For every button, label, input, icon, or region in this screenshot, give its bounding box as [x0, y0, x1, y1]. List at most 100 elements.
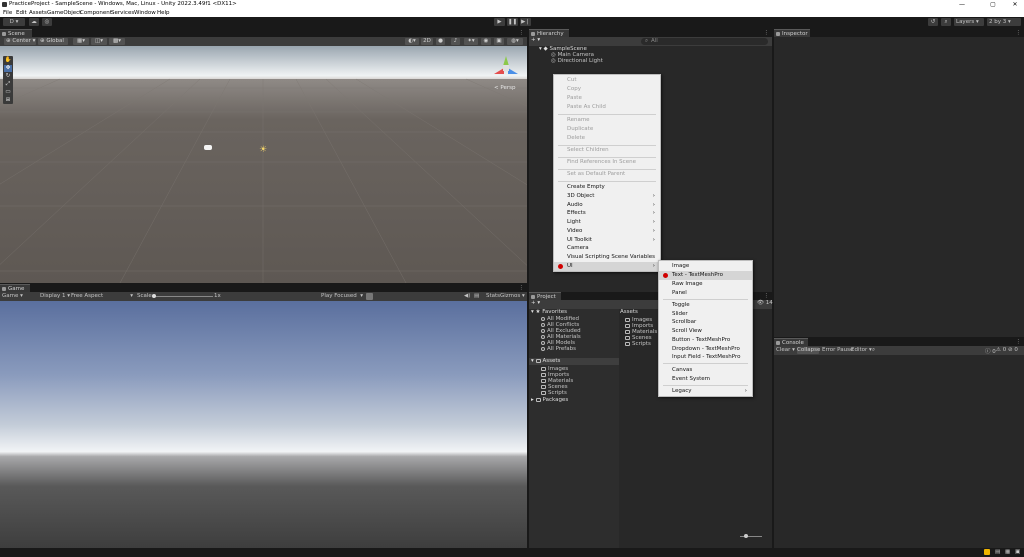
hierarchy-item-directional-light[interactable]: ◎ Directional Light: [551, 58, 603, 64]
warning-count[interactable]: ⚠ 0: [996, 347, 1006, 353]
menu-item-rename[interactable]: Rename: [554, 116, 660, 125]
play-button[interactable]: ▶: [494, 18, 505, 26]
hand-tool-icon[interactable]: ✋: [4, 57, 12, 64]
submenu-item-canvas[interactable]: Canvas: [659, 366, 752, 375]
orientation-gizmo[interactable]: [492, 54, 520, 82]
assets-root-row[interactable]: ▾ Assets: [529, 358, 619, 365]
tab-game[interactable]: Game: [0, 284, 30, 292]
submenu-item-event-system[interactable]: Event System: [659, 375, 752, 384]
account-button[interactable]: D ▾: [3, 18, 25, 26]
panel-menu-icon[interactable]: ⋮: [519, 30, 525, 36]
submenu-item-text-tmp[interactable]: Text - TextMeshPro: [659, 271, 752, 280]
minimize-button[interactable]: —: [953, 0, 971, 9]
menu-item-ui[interactable]: UI ›: [554, 262, 660, 271]
submenu-item-scrollbar[interactable]: Scrollbar: [659, 318, 752, 327]
icon-size-slider-thumb[interactable]: [744, 534, 748, 538]
display-dropdown[interactable]: Display 1 ▾: [40, 293, 70, 299]
main-camera-gizmo-icon[interactable]: [204, 145, 212, 150]
submenu-item-legacy[interactable]: Legacy ›: [659, 387, 752, 396]
mute-icon[interactable]: ◀): [464, 293, 470, 299]
collab-icon[interactable]: ◎: [42, 18, 52, 26]
game-mode-dropdown[interactable]: Game ▾: [2, 293, 23, 299]
menu-help[interactable]: Help: [157, 9, 170, 17]
cache-icon[interactable]: ▦: [1005, 549, 1010, 555]
search-icon[interactable]: ⌕: [941, 18, 951, 26]
tab-inspector[interactable]: Inspector: [774, 29, 810, 37]
console-editor-dropdown[interactable]: Editor ▾: [851, 347, 872, 353]
audio-icon[interactable]: ♪: [451, 38, 460, 45]
menu-item-light[interactable]: Light ›: [554, 218, 660, 227]
shading-mode-icon[interactable]: ◐▾: [405, 38, 419, 45]
inspector-menu-icon[interactable]: ⋮: [1016, 30, 1022, 36]
lighting-icon[interactable]: ●: [436, 38, 445, 45]
menu-edit[interactable]: Edit: [16, 9, 27, 17]
pause-button[interactable]: ❚❚: [507, 18, 518, 26]
tab-project[interactable]: Project: [529, 292, 561, 300]
effects-icon[interactable]: ✦▾: [464, 38, 478, 45]
menu-gameobject[interactable]: GameObject: [47, 9, 81, 17]
hierarchy-search-input[interactable]: ⌕ All: [641, 38, 768, 45]
submenu-item-panel[interactable]: Panel: [659, 289, 752, 298]
shortcut-icon[interactable]: ▤: [474, 293, 479, 299]
grid-folder-item[interactable]: Scripts: [625, 341, 651, 347]
close-button[interactable]: ✕: [1006, 0, 1024, 9]
submenu-item-button-tmp[interactable]: Button - TextMeshPro: [659, 336, 752, 345]
menu-item-effects[interactable]: Effects ›: [554, 209, 660, 218]
layers-dropdown[interactable]: Layers ▾: [954, 18, 984, 26]
menu-item-copy[interactable]: Copy: [554, 85, 660, 94]
submenu-item-image[interactable]: Image: [659, 262, 752, 271]
menu-item-camera[interactable]: Camera: [554, 244, 660, 253]
menu-item-paste-as-child[interactable]: Paste As Child: [554, 103, 660, 112]
menu-file[interactable]: File: [3, 9, 12, 17]
pivot-dropdown[interactable]: ⊕ Center ▾: [4, 38, 36, 45]
move-tool-icon[interactable]: ✥: [4, 65, 12, 72]
menu-item-video[interactable]: Video ›: [554, 227, 660, 236]
scale-slider[interactable]: [153, 296, 213, 297]
gizmos-icon[interactable]: ◍▾: [507, 38, 523, 45]
grid-snap-icon[interactable]: ▦▾: [73, 38, 89, 45]
hidden-objects-icon[interactable]: ◉: [481, 38, 491, 45]
step-button[interactable]: ▶❘: [520, 18, 531, 26]
layout-dropdown[interactable]: 2 by 3 ▾: [987, 18, 1021, 26]
mode-2d-toggle[interactable]: 2D: [421, 38, 433, 45]
menu-item-select-children[interactable]: Select Children: [554, 146, 660, 155]
rect-tool-icon[interactable]: ▭: [4, 89, 12, 96]
favorite-item[interactable]: All Prefabs: [541, 346, 576, 352]
tab-hierarchy[interactable]: Hierarchy: [529, 29, 569, 37]
tab-console[interactable]: Console: [774, 338, 808, 346]
menu-item-cut[interactable]: Cut: [554, 76, 660, 85]
scale-slider-thumb[interactable]: [152, 294, 156, 298]
menu-item-visual-scripting-variables[interactable]: Visual Scripting Scene Variables: [554, 253, 660, 262]
cloud-icon[interactable]: ☁: [29, 18, 39, 26]
history-icon[interactable]: ↺: [928, 18, 938, 26]
console-error-pause-toggle[interactable]: Error Pause: [822, 347, 853, 353]
menu-item-create-empty[interactable]: Create Empty: [554, 183, 660, 192]
menu-item-delete[interactable]: Delete: [554, 134, 660, 143]
game-viewport[interactable]: [0, 301, 527, 548]
console-search-icon[interactable]: ⌕: [872, 347, 875, 354]
scale-tool-icon[interactable]: ⤢: [4, 81, 12, 88]
log-count[interactable]: ⓘ 0: [985, 347, 996, 355]
menu-assets[interactable]: Assets: [29, 9, 47, 17]
aspect-dropdown[interactable]: Free Aspect ▾: [71, 293, 133, 299]
directional-light-gizmo-icon[interactable]: ☀: [258, 145, 268, 155]
menu-item-find-references[interactable]: Find References In Scene: [554, 158, 660, 167]
menu-component[interactable]: Component: [80, 9, 112, 17]
error-count[interactable]: ⊘ 0: [1008, 347, 1018, 353]
scene-viewport[interactable]: ✋ ✥ ↻ ⤢ ▭ ⊞ ☀ < Persp: [0, 46, 527, 283]
rotate-tool-icon[interactable]: ↻: [4, 73, 12, 80]
menu-item-paste[interactable]: Paste: [554, 94, 660, 103]
asset-folder-item[interactable]: Scripts: [541, 390, 567, 396]
submenu-item-scroll-view[interactable]: Scroll View: [659, 327, 752, 336]
packages-root[interactable]: ▸ Packages: [531, 397, 568, 403]
console-collapse-toggle[interactable]: Collapse: [797, 347, 820, 354]
frame-debugger-icon[interactable]: [366, 293, 373, 300]
debug-mode-icon[interactable]: ▣: [1015, 549, 1020, 555]
submenu-item-raw-image[interactable]: Raw Image: [659, 280, 752, 289]
hierarchy-menu-icon[interactable]: ⋮: [764, 30, 770, 36]
menu-window[interactable]: Window: [134, 9, 156, 17]
project-menu-icon[interactable]: ⋮: [764, 293, 770, 299]
perspective-label[interactable]: < Persp: [494, 85, 515, 91]
menu-item-set-default-parent[interactable]: Set as Default Parent: [554, 170, 660, 179]
menu-item-duplicate[interactable]: Duplicate: [554, 125, 660, 134]
